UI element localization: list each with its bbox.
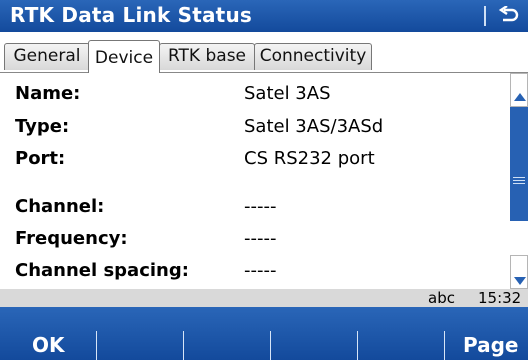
- back-arrow-icon: [498, 6, 519, 22]
- softkey-4[interactable]: [271, 307, 357, 360]
- page-label: Page: [463, 333, 519, 357]
- device-details: Name: Satel 3AS Type: Satel 3AS/3ASd Por…: [0, 73, 510, 289]
- page-softkey[interactable]: Page: [445, 307, 528, 360]
- scroll-track-gap: [510, 221, 528, 255]
- ok-label: OK: [32, 333, 65, 357]
- status-bar: abc 15:32: [0, 289, 528, 307]
- tab-connectivity[interactable]: Connectivity: [254, 43, 372, 70]
- softkey-3[interactable]: [184, 307, 270, 360]
- channel-value: -----: [244, 196, 277, 217]
- window-title: RTK Data Link Status: [10, 3, 252, 27]
- name-value: Satel 3AS: [244, 83, 331, 104]
- name-label: Name:: [15, 83, 81, 104]
- frequency-value: -----: [244, 228, 277, 249]
- title-bar: RTK Data Link Status: [0, 0, 528, 32]
- chevron-up-icon: [514, 86, 526, 105]
- vertical-scrollbar[interactable]: [510, 73, 528, 289]
- scroll-thumb-grip[interactable]: [513, 177, 525, 185]
- port-value: CS RS232 port: [244, 148, 375, 169]
- tab-general[interactable]: General: [4, 43, 90, 70]
- tab-rtk-base[interactable]: RTK base: [159, 43, 255, 70]
- channel-label: Channel:: [15, 196, 105, 217]
- channel-spacing-label: Channel spacing:: [15, 260, 189, 281]
- scroll-up-button[interactable]: [510, 73, 528, 107]
- port-label: Port:: [15, 148, 66, 169]
- tab-device[interactable]: Device: [88, 40, 160, 73]
- channel-spacing-value: -----: [244, 260, 277, 281]
- type-label: Type:: [15, 116, 70, 137]
- softkey-2[interactable]: [97, 307, 183, 360]
- tab-bar: General Device RTK base Connectivity: [0, 32, 528, 73]
- scroll-down-button[interactable]: [510, 255, 528, 289]
- chevron-down-icon: [514, 270, 526, 289]
- input-mode: abc: [428, 289, 455, 307]
- frequency-label: Frequency:: [15, 228, 128, 249]
- clock: 15:32: [478, 289, 522, 307]
- ok-softkey[interactable]: OK: [0, 307, 96, 360]
- type-value: Satel 3AS/3ASd: [244, 116, 384, 137]
- softkey-5[interactable]: [358, 307, 444, 360]
- title-separator: [484, 6, 486, 26]
- softkey-bar: OK Page: [0, 307, 528, 360]
- back-button[interactable]: [490, 0, 528, 32]
